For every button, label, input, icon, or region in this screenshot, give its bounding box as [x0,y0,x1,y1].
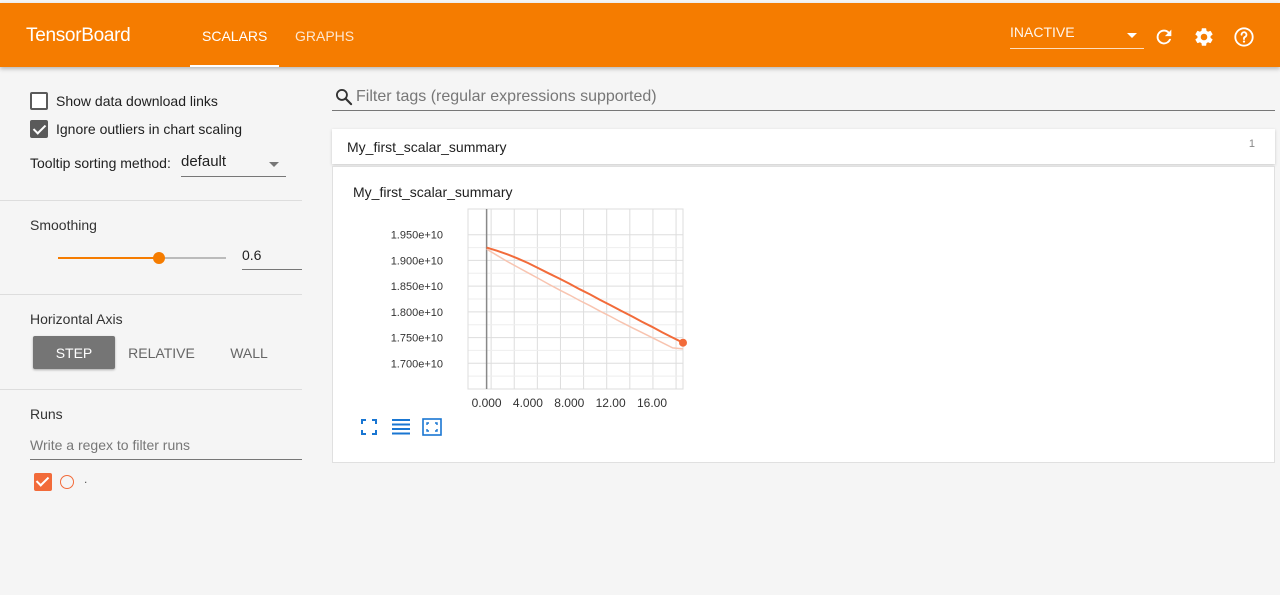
sidebar: Show data download links Ignore outliers… [0,67,302,595]
y-tick-label: 1.900e+10 [391,255,443,267]
tag-filter-input[interactable]: Filter tags (regular expressions support… [356,88,657,106]
tooltip-sorting-dropdown[interactable]: default [181,153,286,177]
help-icon[interactable] [1233,26,1255,48]
run-state-dropdown[interactable]: INACTIVE [1010,24,1144,49]
x-tick-label: 12.00 [596,396,626,410]
settings-icon[interactable] [1193,26,1215,48]
y-tick-label: 1.850e+10 [391,281,443,293]
divider [0,294,302,295]
show-download-links-option[interactable]: Show data download links [30,92,218,110]
refresh-icon[interactable] [1153,26,1175,48]
smoothing-slider-handle[interactable] [152,252,165,264]
y-tick-label: 1.700e+10 [391,358,443,370]
tooltip-sorting-label: Tooltip sorting method: [30,155,171,171]
divider [0,389,302,390]
smoothing-value-input[interactable]: 0.6 [242,247,302,270]
chevron-down-icon [269,162,279,167]
show-download-links-checkbox[interactable] [30,92,48,110]
smoothing-slider-fill [58,257,159,259]
x-tick-label: 16.00 [637,396,667,410]
x-tick-label: 4.000 [513,396,543,410]
tooltip-sorting-value: default [181,153,227,170]
runs-filter-input[interactable]: Write a regex to filter runs [30,437,302,460]
chevron-down-icon [1127,33,1137,38]
ignore-outliers-label: Ignore outliers in chart scaling [56,121,242,137]
category-header[interactable]: My_first_scalar_summary 1 [332,129,1275,164]
tab-scalars[interactable]: SCALARS [202,28,267,44]
search-icon [336,89,353,106]
x-tick-label: 0.000 [472,396,502,410]
data-table-icon[interactable] [391,417,411,437]
category-name: My_first_scalar_summary [347,139,507,155]
run-color-indicator[interactable] [60,475,74,489]
tab-graphs[interactable]: GRAPHS [295,28,354,44]
axis-relative-button[interactable]: RELATIVE [121,336,202,369]
series-line-smoothed [486,246,684,344]
ignore-outliers-checkbox[interactable] [30,120,48,138]
show-download-links-label: Show data download links [56,93,218,109]
runs-title: Runs [30,406,63,422]
axis-wall-button[interactable]: WALL [208,336,290,369]
run-checkbox[interactable] [34,473,52,491]
category-count: 1 [1248,138,1255,150]
ignore-outliers-option[interactable]: Ignore outliers in chart scaling [30,120,242,138]
app-title: TensorBoard [26,25,131,46]
y-tick-label: 1.950e+10 [391,230,443,242]
scalar-line-chart[interactable]: 1.950e+10 1.900e+10 1.850e+10 1.800e+10 1.75… [340,205,700,415]
axis-step-button[interactable]: STEP [33,336,115,369]
tag-filter-field[interactable]: Filter tags (regular expressions support… [332,86,1275,111]
run-state-value: INACTIVE [1010,24,1075,40]
smoothing-title: Smoothing [30,217,97,233]
run-name: . [84,472,88,486]
series-end-point [679,338,687,347]
top-toolbar: TensorBoard SCALARS GRAPHS INACTIVE [0,3,1280,67]
y-tick-label: 1.750e+10 [391,333,443,345]
fit-domain-icon[interactable] [422,417,442,437]
y-tick-label: 1.800e+10 [391,307,443,319]
chart-title: My_first_scalar_summary [353,184,513,200]
fullscreen-icon[interactable] [359,417,379,437]
divider [0,200,302,201]
horizontal-axis-title: Horizontal Axis [30,311,123,327]
x-tick-label: 8.000 [554,396,584,410]
